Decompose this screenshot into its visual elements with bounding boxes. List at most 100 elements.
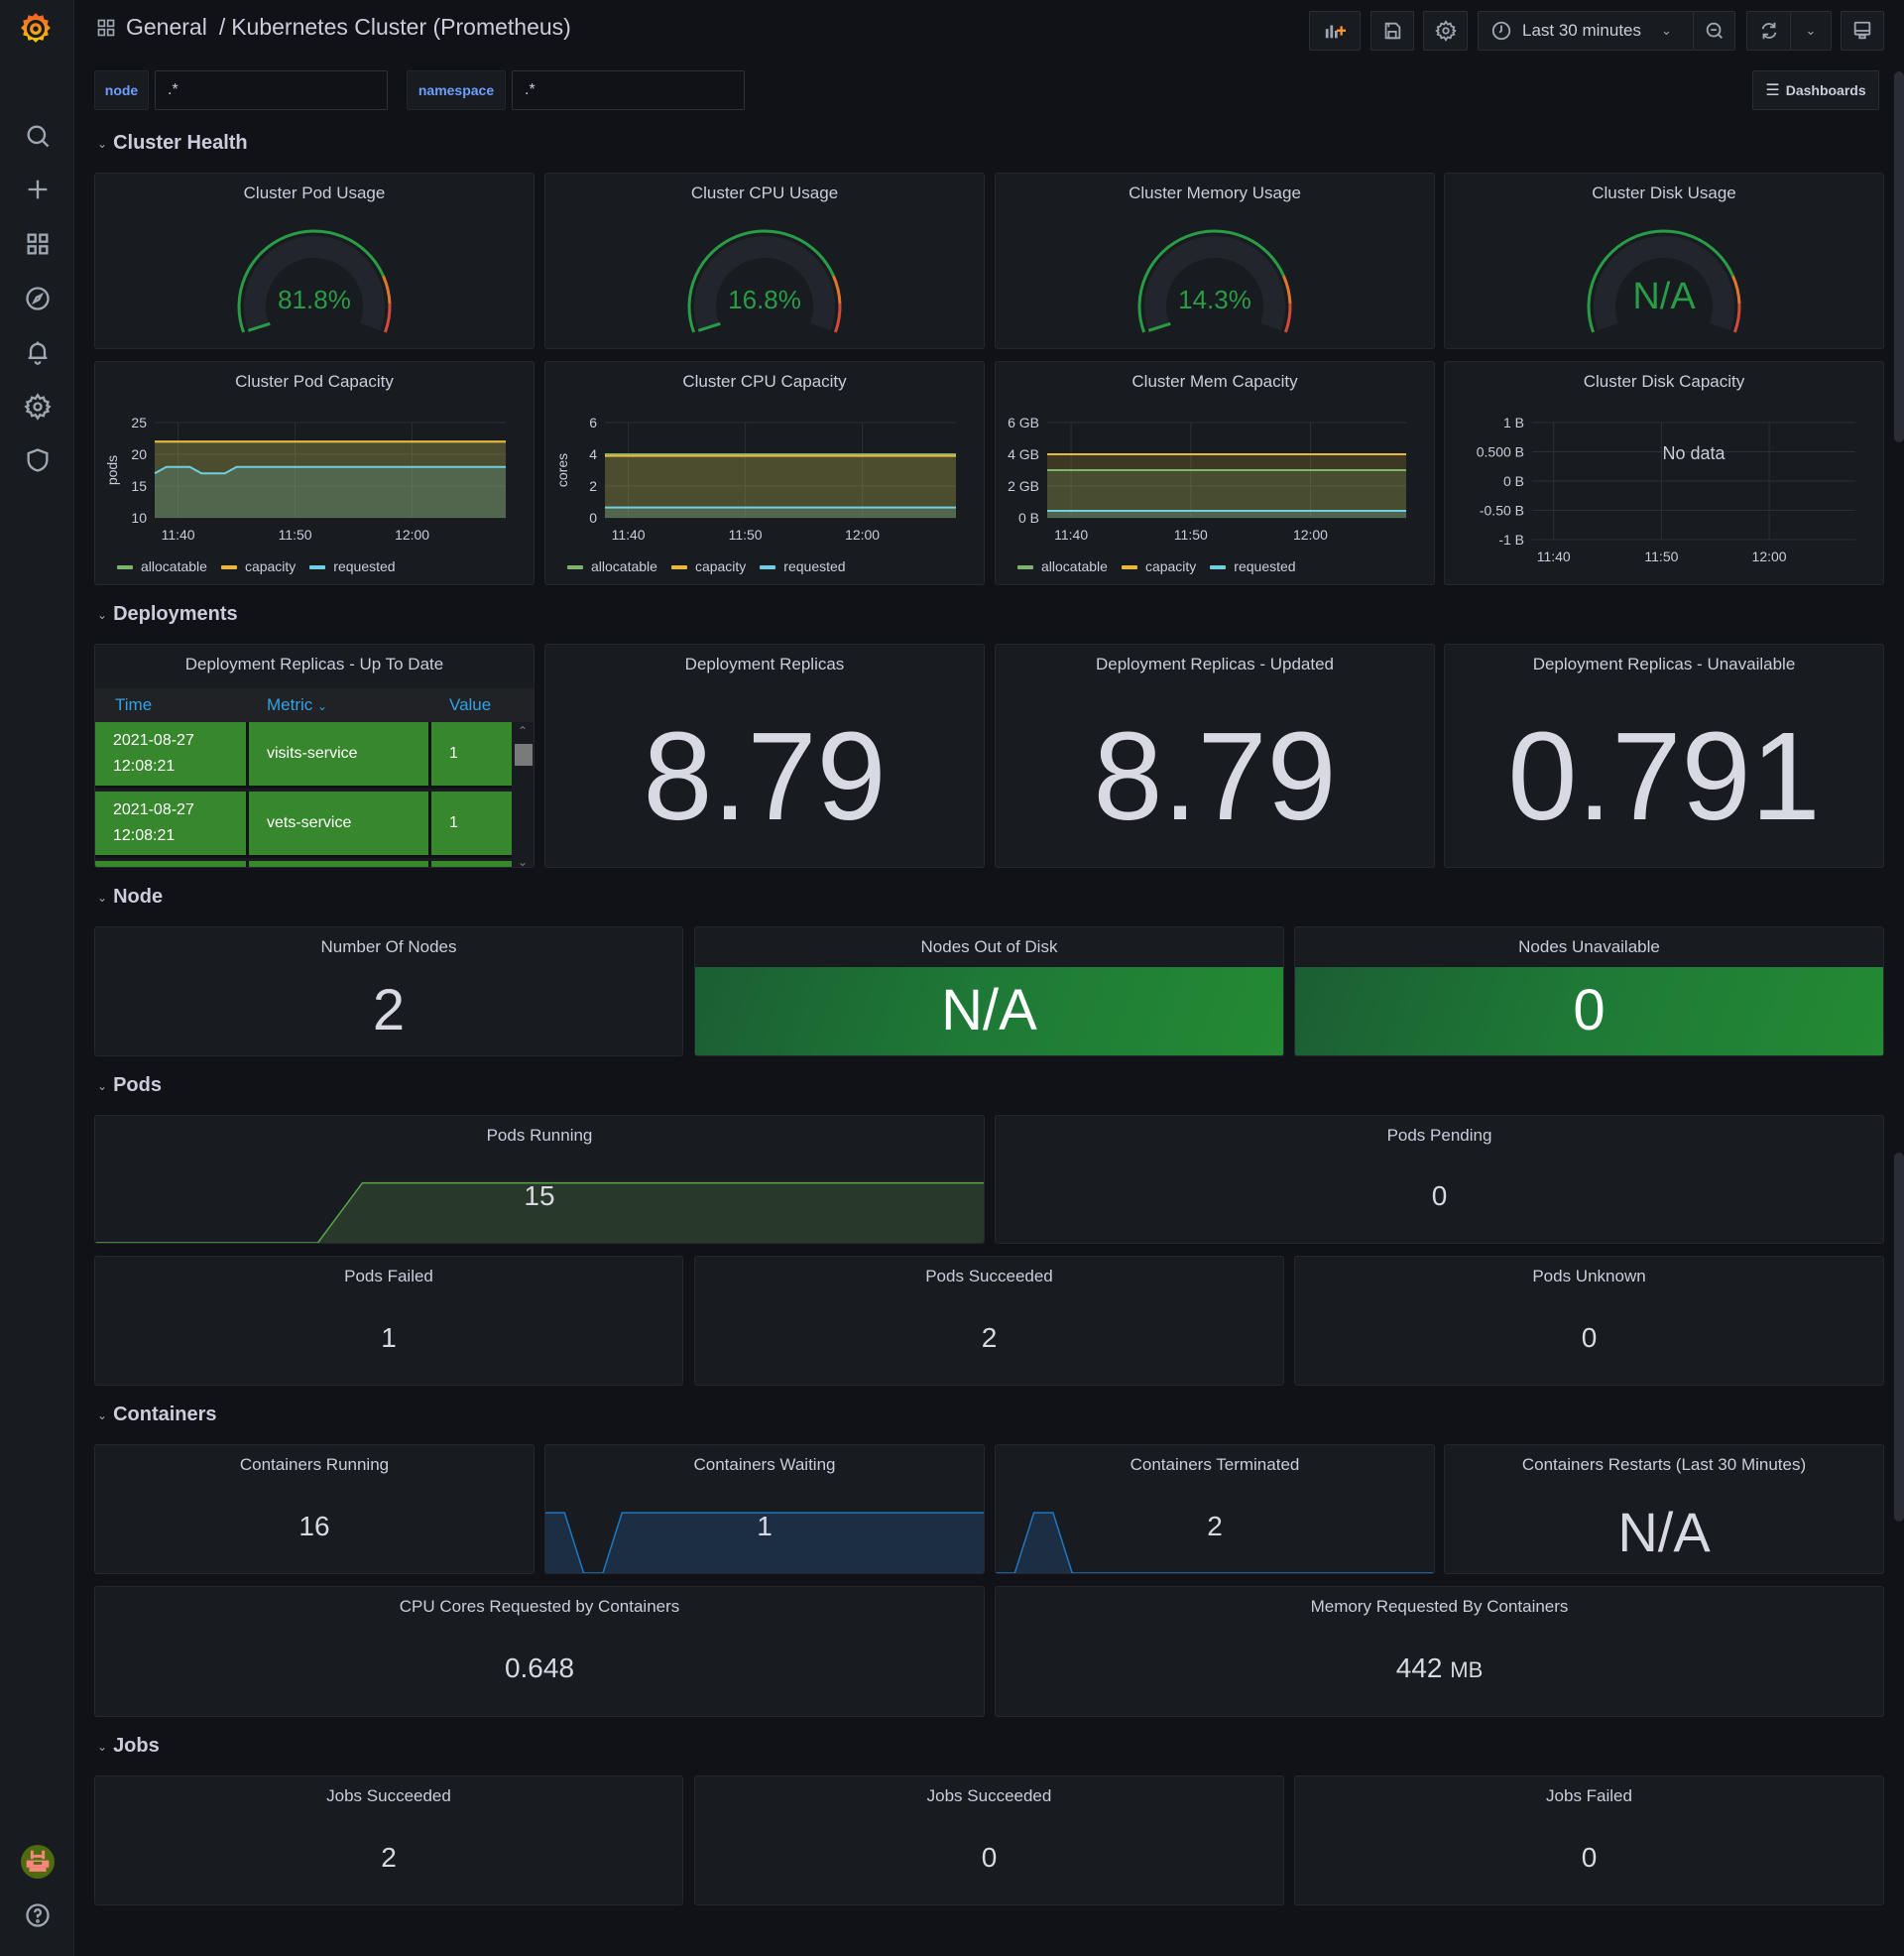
shield-admin-icon[interactable] [18,440,58,480]
dashboards-grid-icon[interactable] [18,224,58,264]
panel-pods-failed: Pods Failed 1 [94,1256,683,1386]
gauge-chart: 14.3% [1137,229,1292,333]
bell-alerting-icon[interactable] [18,332,58,372]
legend-label: capacity [244,558,297,574]
row-node[interactable]: ⌄ Node [97,886,163,909]
legend-item-requested[interactable]: requested [309,558,396,574]
y-tick-label: 0 [589,510,597,526]
stat-value: 0 [1581,1842,1598,1873]
panel-jobs-failed: Jobs Failed 0 [1294,1775,1884,1905]
stat-value: 16 [298,1511,330,1541]
panel-gauge-cluster-pod-usage: Cluster Pod Usage 81.8% [94,173,535,349]
x-tick-label: 11:50 [729,527,763,543]
panel-deployment-replicas-up-to-date: Deployment Replicas - Up To Date Time Me… [94,644,535,868]
panel-chart-cluster-mem-capacity: 0 B 2 GB 4 GB 6 GB 11:40 11:50 12:00 Cluster Me… [995,361,1435,585]
chevron-down-icon: ⌄ [97,890,108,905]
search-icon[interactable] [18,116,58,156]
row-pods[interactable]: ⌄ Pods [97,1074,162,1097]
save-dashboard-button[interactable] [1370,11,1414,51]
legend-item-allocatable[interactable]: allocatable [567,558,657,574]
legend-item-requested[interactable]: requested [1210,558,1296,574]
y-axis-label: pods [104,455,120,485]
legend-swatch [670,565,687,570]
legend-item-requested[interactable]: requested [760,558,846,574]
cell-metric [249,861,431,867]
chevron-down-icon: ⌄ [97,1078,108,1093]
refresh-interval-dropdown[interactable]: ⌄ [1790,11,1832,51]
column-header-metric[interactable]: Metric ⌄ [267,695,327,715]
legend-item-capacity[interactable]: capacity [1121,558,1197,574]
hamburger-icon: ☰ [1765,82,1780,99]
panel-title: Cluster Disk Capacity [1583,372,1745,391]
grafana-logo-icon[interactable] [16,8,56,48]
legend-item-capacity[interactable]: capacity [220,558,297,574]
compass-explore-icon[interactable] [18,279,58,318]
panel-title: Containers Waiting [693,1455,836,1474]
row-jobs[interactable]: ⌄ Jobs [97,1735,160,1758]
legend-label: capacity [1144,558,1197,574]
help-icon[interactable] [18,1895,58,1935]
row-deployments[interactable]: ⌄ Deployments [97,603,238,626]
legend-label: capacity [694,558,747,574]
stat-value: 0 [1431,1180,1448,1211]
row-title: Containers [113,1404,217,1425]
table-scrollbar[interactable]: ⌃ ⌄ [513,724,533,867]
legend-item-capacity[interactable]: capacity [670,558,747,574]
add-panel-button[interactable] [1309,11,1361,51]
scroll-up-icon[interactable]: ⌃ [513,724,533,738]
panel-jobs-succeeded-2: Jobs Succeeded 0 [694,1775,1284,1905]
cell-time-date: 2021-08-27 [113,732,194,750]
legend-item-allocatable[interactable]: allocatable [1017,558,1108,574]
cell-metric: visits-service [249,722,431,789]
panel-title: Jobs Failed [1546,1786,1632,1805]
breadcrumb-folder[interactable]: General [126,14,207,41]
column-header-time[interactable]: Time [115,695,152,715]
row-title: Jobs [113,1735,160,1757]
variable-select-node[interactable]: .* [155,70,388,110]
legend-label: allocatable [141,558,207,574]
variable-select-namespace[interactable]: .* [512,70,745,110]
panel-deployment-replicas: Deployment Replicas 8.79 [544,644,985,868]
x-tick-label: 12:00 [395,527,429,543]
refresh-button[interactable] [1746,11,1791,51]
panel-gauge-cluster-disk-usage: Cluster Disk Usage N/A [1444,173,1884,349]
panel-title: Cluster CPU Usage [690,183,839,202]
panel-title: Containers Restarts (Last 30 Minutes) [1521,1455,1807,1474]
table-row-partial[interactable] [95,861,512,867]
plus-icon[interactable] [18,170,58,209]
column-header-value[interactable]: Value [449,695,491,715]
series-area-requested [155,466,506,518]
zoom-out-button[interactable] [1693,11,1735,51]
legend-swatch [309,565,326,570]
table-row[interactable]: 2021-08-27 12:08:21 vets-service 1 [95,792,512,858]
chevron-down-icon: ⌄ [97,136,108,151]
panel-title: Deployment Replicas - Up To Date [184,655,444,673]
legend-item-allocatable[interactable]: allocatable [117,558,207,574]
page-scrollbar-thumb-lower[interactable] [1894,1153,1904,1522]
row-containers[interactable]: ⌄ Containers [97,1404,217,1426]
user-avatar[interactable] [18,1842,58,1882]
cycle-view-mode-button[interactable] [1841,11,1884,51]
panel-pods-pending: Pods Pending 0 [995,1115,1884,1244]
time-range-picker[interactable]: Last 30 minutes ⌄ [1478,11,1694,51]
panel-title: Pods Failed [344,1267,433,1285]
dashboard-settings-button[interactable] [1423,11,1468,51]
scrollbar-thumb[interactable] [515,744,533,766]
legend-label: requested [783,558,846,574]
threshold-red-arc [1283,304,1292,333]
panel-memory-requested: Memory Requested By Containers 442 MB [995,1586,1884,1717]
dashboards-links-button[interactable]: ☰ Dashboards [1752,70,1879,110]
no-data-label: No data [1662,443,1726,463]
stat-value: 2 [381,1842,397,1873]
y-tick-label: 2 [589,478,597,494]
dashboard-title[interactable]: Kubernetes Cluster (Prometheus) [231,14,571,41]
chevron-down-icon: ⌄ [97,1407,108,1422]
panel-title: Pods Pending [1386,1126,1492,1145]
page-scrollbar-thumb[interactable] [1894,71,1904,442]
gear-config-icon[interactable] [18,387,58,427]
variable-label-namespace: namespace [407,70,506,110]
panel-title: Cluster Pod Usage [243,183,386,202]
table-row[interactable]: 2021-08-27 12:08:21 visits-service 1 [95,722,512,789]
scroll-down-icon[interactable]: ⌄ [513,855,533,867]
row-cluster-health[interactable]: ⌄ Cluster Health [97,132,248,155]
